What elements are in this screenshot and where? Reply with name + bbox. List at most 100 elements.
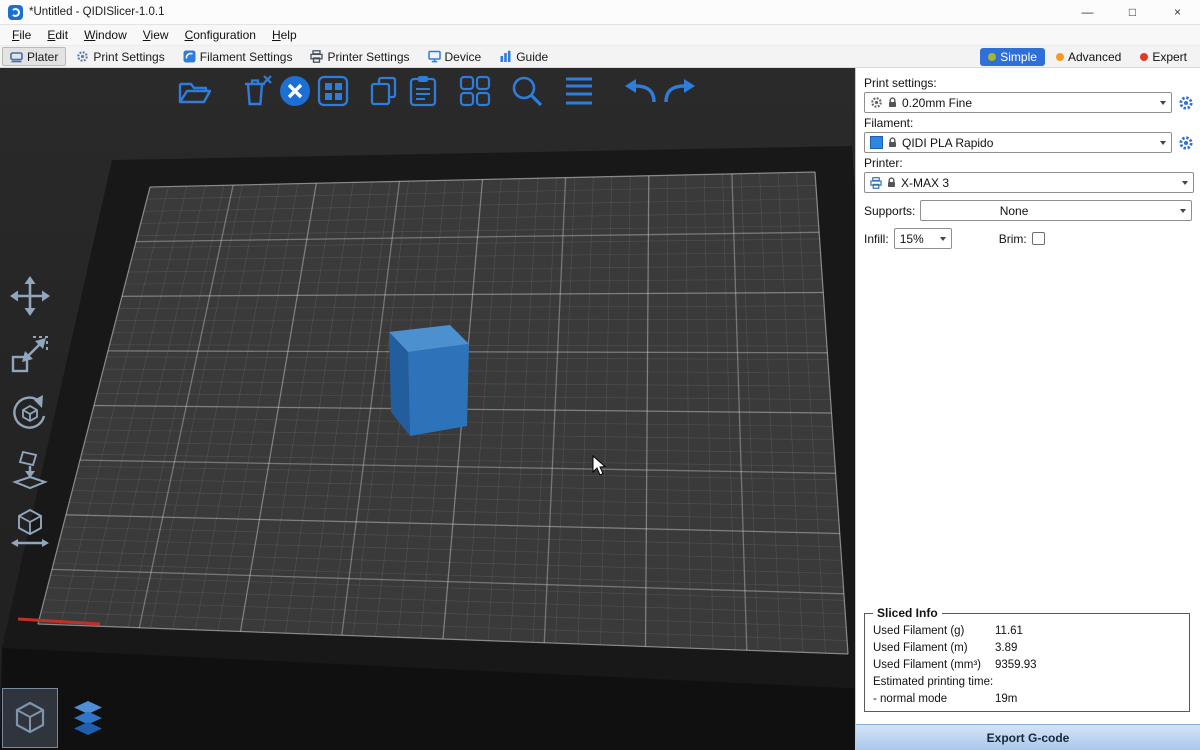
maximize-button[interactable]: □: [1110, 0, 1155, 24]
tab-filament-settings[interactable]: Filament Settings: [175, 47, 301, 66]
layers-icon: [562, 75, 596, 107]
gear-icon: [1178, 95, 1194, 111]
copy-button[interactable]: [366, 72, 404, 110]
brim-label: Brim:: [999, 232, 1027, 246]
search-icon: [510, 74, 544, 108]
gear-icon: [1178, 135, 1194, 151]
mode-label: Advanced: [1068, 50, 1121, 64]
delete-button[interactable]: [238, 72, 276, 110]
supports-combo[interactable]: None: [920, 200, 1192, 221]
minimize-button[interactable]: —: [1065, 0, 1110, 24]
arrange-icon: [317, 75, 349, 107]
place-on-face-gizmo-button[interactable]: [8, 448, 52, 492]
filament-combo[interactable]: QIDI PLA Rapido: [864, 132, 1172, 153]
tab-label: Guide: [516, 50, 548, 64]
open-folder-icon: [178, 76, 212, 106]
redo-button[interactable]: [660, 72, 698, 110]
menu-window[interactable]: Window: [76, 27, 135, 43]
gear-icon: [76, 50, 89, 63]
menu-view[interactable]: View: [135, 27, 177, 43]
export-gcode-button[interactable]: Export G-code: [856, 724, 1200, 750]
split-button[interactable]: [456, 72, 494, 110]
infill-value: 15%: [900, 232, 924, 246]
preview-view-toggle[interactable]: [60, 688, 116, 748]
measure-icon: [9, 507, 51, 549]
expert-mode-dot-icon: [1140, 53, 1148, 61]
menu-help[interactable]: Help: [264, 27, 305, 43]
undo-button[interactable]: [622, 72, 660, 110]
rotate-gizmo-button[interactable]: [8, 390, 52, 434]
move-gizmo-button[interactable]: [8, 274, 52, 318]
print-settings-label: Print settings:: [864, 76, 1192, 90]
paste-button[interactable]: [404, 72, 442, 110]
rotate-icon: [9, 391, 51, 433]
print-settings-combo[interactable]: 0.20mm Fine: [864, 92, 1172, 113]
tab-plater[interactable]: Plater: [2, 47, 66, 66]
viewport-3d[interactable]: [0, 68, 855, 750]
mode-simple[interactable]: Simple: [980, 48, 1045, 66]
menu-file[interactable]: File: [4, 27, 39, 43]
sliced-info-row: Used Filament (mm³) 9359.93: [871, 656, 1183, 673]
gizmo-toolbar: [8, 274, 52, 550]
trash-icon: [241, 75, 273, 107]
tab-label: Print Settings: [93, 50, 164, 64]
redo-icon: [661, 76, 697, 106]
lock-icon: [887, 177, 896, 188]
model-cube[interactable]: [389, 325, 469, 436]
view-mode-toggles: [2, 688, 116, 748]
filament-icon: [183, 50, 196, 63]
tab-printer-settings[interactable]: Printer Settings: [302, 47, 417, 66]
supports-label: Supports:: [864, 204, 915, 218]
lock-icon: [888, 137, 897, 148]
plater-icon: [10, 50, 23, 63]
printer-icon: [310, 50, 323, 63]
sliced-info-box: Sliced Info Used Filament (g) 11.61 Used…: [864, 613, 1190, 712]
paste-icon: [407, 75, 439, 107]
scale-gizmo-button[interactable]: [8, 332, 52, 376]
filament-gear-button[interactable]: [1177, 134, 1194, 151]
infill-combo[interactable]: 15%: [894, 228, 952, 249]
open-button[interactable]: [176, 72, 214, 110]
print-settings-gear-button[interactable]: [1177, 94, 1194, 111]
tab-guide[interactable]: Guide: [491, 47, 556, 66]
advanced-mode-dot-icon: [1056, 53, 1064, 61]
menu-edit[interactable]: Edit: [39, 27, 76, 43]
tab-bar: Plater Print Settings Filament Settings …: [0, 46, 1200, 68]
tab-device[interactable]: Device: [420, 47, 490, 66]
scene-canvas[interactable]: [0, 68, 855, 750]
search-button[interactable]: [508, 72, 546, 110]
chevron-down-icon: [1182, 181, 1188, 185]
measure-gizmo-button[interactable]: [8, 506, 52, 550]
brim-checkbox[interactable]: [1032, 232, 1045, 245]
infill-label: Infill:: [864, 232, 889, 246]
device-icon: [428, 50, 441, 63]
window-controls: — □ ×: [1065, 0, 1200, 24]
editor-view-toggle[interactable]: [2, 688, 58, 748]
mode-label: Simple: [1000, 50, 1037, 64]
tab-print-settings[interactable]: Print Settings: [68, 47, 172, 66]
simple-mode-dot-icon: [988, 53, 996, 61]
filament-value: QIDI PLA Rapido: [902, 136, 993, 150]
top-toolbar: [176, 71, 698, 111]
app-logo-icon: [8, 5, 23, 20]
menu-configuration[interactable]: Configuration: [177, 27, 264, 43]
close-button[interactable]: ×: [1155, 0, 1200, 24]
window-title: *Untitled - QIDISlicer-1.0.1: [29, 6, 165, 18]
mode-expert[interactable]: Expert: [1132, 48, 1195, 66]
scale-icon: [9, 333, 51, 375]
split-icon: [459, 75, 491, 107]
undo-icon: [623, 76, 659, 106]
lock-icon: [888, 97, 897, 108]
printer-combo[interactable]: X-MAX 3: [864, 172, 1194, 193]
variable-layer-height-button[interactable]: [560, 72, 598, 110]
filament-label: Filament:: [864, 116, 1192, 130]
arrange-button[interactable]: [314, 72, 352, 110]
mode-label: Expert: [1152, 50, 1187, 64]
mode-advanced[interactable]: Advanced: [1048, 48, 1129, 66]
delete-all-button[interactable]: [276, 72, 314, 110]
sliced-info-row: Used Filament (m) 3.89: [871, 639, 1183, 656]
supports-value: None: [1000, 204, 1029, 218]
sliced-info-row: Estimated printing time:: [871, 673, 1183, 690]
delete-all-icon: [278, 74, 312, 108]
print-settings-value: 0.20mm Fine: [902, 96, 972, 110]
